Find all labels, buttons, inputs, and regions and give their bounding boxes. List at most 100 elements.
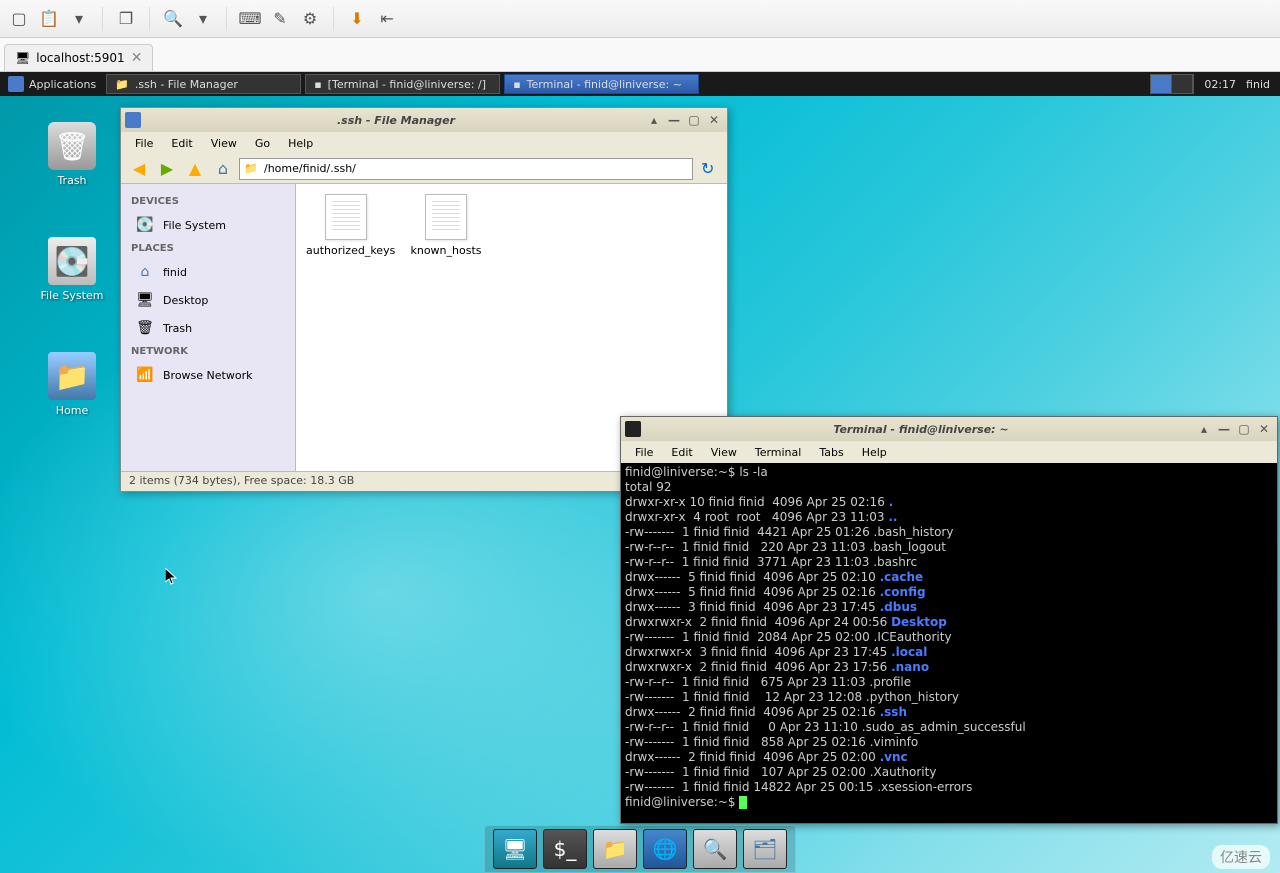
bottom-dock: 🖥 $_ 📁 🌐 🔍 🗂	[484, 825, 796, 873]
xfce-logo-icon	[8, 76, 24, 92]
remote-desktop: Applications 📁 .ssh - File Manager ▪ [Te…	[0, 72, 1280, 873]
forward-button[interactable]: ▶	[155, 157, 179, 181]
watermark: 亿速云	[1212, 845, 1270, 869]
sidebar-item-desktop[interactable]: 🖥 Desktop	[121, 286, 295, 314]
panel-user[interactable]: finid	[1246, 78, 1270, 91]
fm-title-text: .ssh - File Manager	[147, 114, 645, 127]
fm-menu-help[interactable]: Help	[280, 135, 321, 152]
term-menu-view[interactable]: View	[703, 444, 745, 461]
term-titlebar[interactable]: Terminal - finid@liniverse: ~ ▴ — ▢ ✕	[621, 417, 1277, 441]
dock-show-desktop[interactable]: 🖥	[493, 829, 537, 869]
term-cmd: ls -la	[739, 465, 767, 479]
task-filemanager[interactable]: 📁 .ssh - File Manager	[106, 74, 301, 94]
close-icon[interactable]: ✕	[131, 50, 143, 66]
term-menu-edit[interactable]: Edit	[663, 444, 700, 461]
dock-folder[interactable]: 🗂	[743, 829, 787, 869]
vnc-toolbar: ▢ 📋 ▾ ❐ 🔍 ▾ ⌨ ✎ ⚙ ⬇ ⇤	[0, 0, 1280, 38]
new-connection-icon[interactable]: ▢	[8, 8, 30, 30]
download-icon[interactable]: ⬇	[346, 8, 368, 30]
fm-rollup-button[interactable]: ▴	[645, 112, 663, 128]
desktop-icon-trash[interactable]: 🗑 Trash	[32, 122, 112, 187]
fm-minimize-button[interactable]: —	[665, 112, 683, 128]
term-menu-help[interactable]: Help	[854, 444, 895, 461]
windows-icon[interactable]: ❐	[115, 8, 137, 30]
term-dir: .nano	[891, 660, 929, 674]
vnc-tab-localhost[interactable]: 🖥 localhost:5901 ✕	[4, 44, 153, 71]
dropdown-icon[interactable]: ▾	[68, 8, 90, 30]
fm-close-button[interactable]: ✕	[705, 112, 723, 128]
trash-icon: 🗑	[48, 122, 96, 170]
back-button[interactable]: ◀	[127, 157, 151, 181]
folder-icon: 📁	[244, 162, 260, 176]
term-minimize-button[interactable]: —	[1215, 421, 1233, 437]
vnc-tabs: 🖥 localhost:5901 ✕	[0, 38, 1280, 72]
fm-menu-edit[interactable]: Edit	[163, 135, 200, 152]
term-line: -rw-r--r-- 1 finid finid 220 Apr 23 11:0…	[625, 540, 946, 554]
term-menu-file[interactable]: File	[627, 444, 661, 461]
home-button[interactable]: ⌂	[211, 157, 235, 181]
task-terminal-1[interactable]: ▪ [Terminal - finid@liniverse: /]	[305, 74, 500, 94]
dock-search[interactable]: 🔍	[693, 829, 737, 869]
term-rollup-button[interactable]: ▴	[1195, 421, 1213, 437]
term-dir: .vnc	[880, 750, 908, 764]
fm-path-text: /home/finid/.ssh/	[264, 162, 356, 175]
settings-icon[interactable]: ⚙	[299, 8, 321, 30]
sidebar-label-browse: Browse Network	[163, 369, 252, 382]
term-line: drwx------ 5 finid finid 4096 Apr 25 02:…	[625, 570, 880, 584]
term-dir: .cache	[880, 570, 924, 584]
term-menubar: File Edit View Terminal Tabs Help	[621, 441, 1277, 463]
fm-menu-go[interactable]: Go	[247, 135, 278, 152]
dock-browser[interactable]: 🌐	[643, 829, 687, 869]
up-button[interactable]: ▲	[183, 157, 207, 181]
fs-label: File System	[32, 289, 112, 302]
term-menu-terminal[interactable]: Terminal	[747, 444, 810, 461]
sidebar-item-trash[interactable]: 🗑 Trash	[121, 314, 295, 342]
term-line: -rw------- 1 finid finid 4421 Apr 25 01:…	[625, 525, 953, 539]
term-dir: .config	[880, 585, 926, 599]
file-known-hosts[interactable]: known_hosts	[406, 194, 486, 257]
sidebar-label-fs: File System	[163, 219, 226, 232]
applications-menu[interactable]: Applications	[0, 72, 104, 96]
dock-terminal[interactable]: $_	[543, 829, 587, 869]
fm-maximize-button[interactable]: ▢	[685, 112, 703, 128]
sidebar-label-desktop: Desktop	[163, 294, 208, 307]
terminal-icon: ▪	[314, 78, 321, 91]
disconnect-icon[interactable]: ⇤	[376, 8, 398, 30]
zoom-icon[interactable]: 🔍	[162, 8, 184, 30]
sidebar-section-network: NETWORK	[121, 342, 295, 361]
desktop-icon-filesystem[interactable]: 💽 File System	[32, 237, 112, 302]
workspace-switcher[interactable]	[1150, 74, 1194, 94]
term-prompt: finid@liniverse:~$	[625, 795, 739, 809]
text-file-icon	[325, 194, 367, 240]
home-icon: ⌂	[135, 263, 155, 281]
home-label: Home	[32, 404, 112, 417]
term-line: drwxrwxr-x 2 finid finid 4096 Apr 23 17:…	[625, 660, 891, 674]
fm-titlebar[interactable]: .ssh - File Manager ▴ — ▢ ✕	[121, 108, 727, 132]
term-line: -rw-r--r-- 1 finid finid 3771 Apr 23 11:…	[625, 555, 917, 569]
fm-path-bar[interactable]: 📁 /home/finid/.ssh/	[239, 158, 693, 180]
keyboard-icon[interactable]: ⌨	[239, 8, 261, 30]
applications-label: Applications	[29, 78, 96, 91]
term-maximize-button[interactable]: ▢	[1235, 421, 1253, 437]
term-dir: .ssh	[880, 705, 907, 719]
sidebar-item-filesystem[interactable]: 💽 File System	[121, 211, 295, 239]
task-terminal-2[interactable]: ▪ Terminal - finid@liniverse: ~	[504, 74, 699, 94]
file-authorized-keys[interactable]: authorized_keys	[306, 194, 386, 257]
term-line: drwxr-xr-x 4 root root 4096 Apr 23 11:03	[625, 510, 888, 524]
sidebar-section-places: PLACES	[121, 239, 295, 258]
term-prompt: finid@liniverse:~$	[625, 465, 739, 479]
screenshot-icon[interactable]: 📋	[38, 8, 60, 30]
fm-title-icon	[125, 112, 141, 128]
sidebar-item-browse-network[interactable]: 📶 Browse Network	[121, 361, 295, 389]
term-menu-tabs[interactable]: Tabs	[811, 444, 851, 461]
sidebar-item-home[interactable]: ⌂ finid	[121, 258, 295, 286]
dock-filemanager[interactable]: 📁	[593, 829, 637, 869]
keys-icon[interactable]: ✎	[269, 8, 291, 30]
terminal-output[interactable]: finid@liniverse:~$ ls -la total 92 drwxr…	[621, 463, 1277, 823]
desktop-icon-home[interactable]: 📁 Home	[32, 352, 112, 417]
refresh-button[interactable]: ↻	[701, 159, 721, 179]
fm-menu-view[interactable]: View	[203, 135, 245, 152]
fm-menu-file[interactable]: File	[127, 135, 161, 152]
dropdown2-icon[interactable]: ▾	[192, 8, 214, 30]
term-close-button[interactable]: ✕	[1255, 421, 1273, 437]
